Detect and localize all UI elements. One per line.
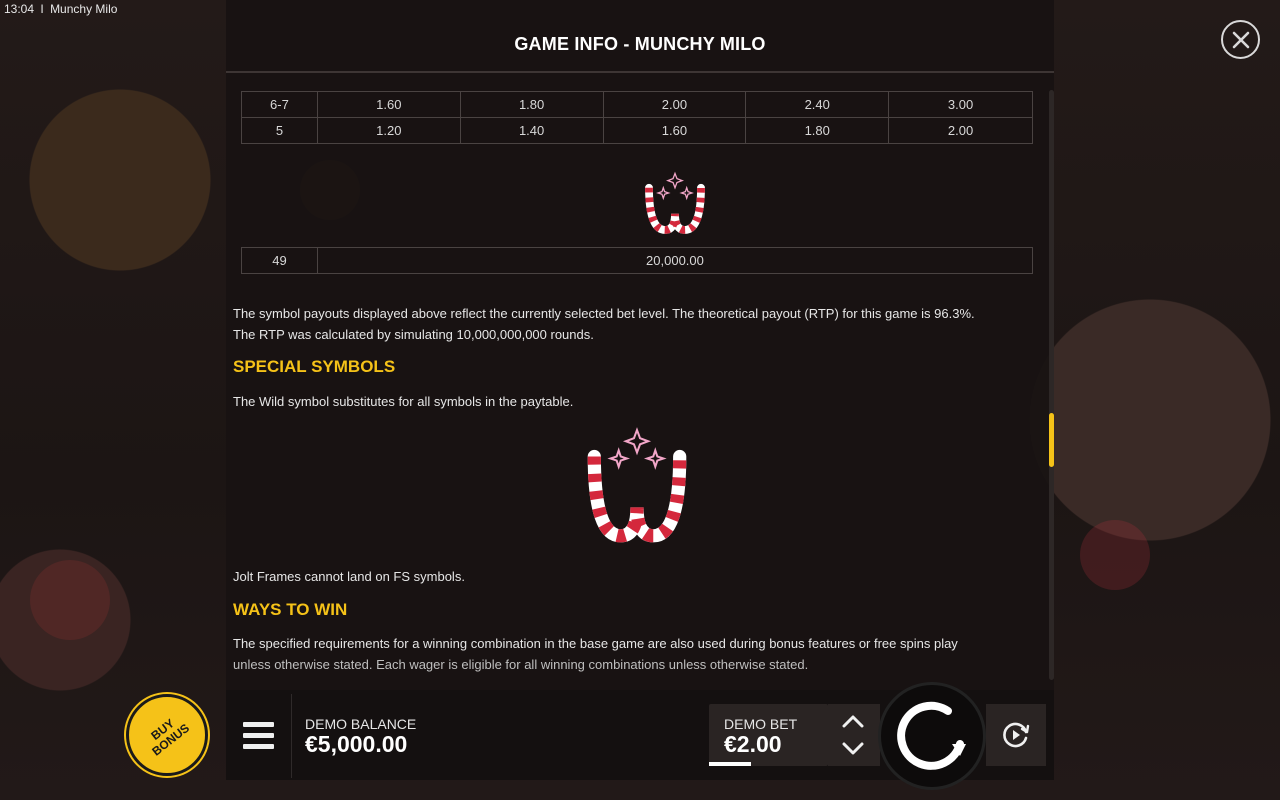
- table-row: 5 1.20 1.40 1.60 1.80 2.00: [241, 117, 1033, 144]
- paytable-top: 6-7 1.60 1.80 2.00 2.40 3.00 5 1.20 1.40…: [241, 91, 1033, 144]
- autoplay-button[interactable]: [986, 704, 1046, 766]
- chevron-up-icon[interactable]: [842, 714, 864, 728]
- table-cell-count: 49: [241, 247, 318, 274]
- rtp-text-line1: The symbol payouts displayed above refle…: [233, 306, 975, 321]
- spin-arrow-icon: [897, 701, 966, 770]
- table-cell: 2.00: [602, 91, 747, 118]
- ways-text-line2: unless otherwise stated. Each wager is e…: [233, 657, 809, 672]
- buy-bonus-label: BUY BONUS: [135, 706, 198, 763]
- page-title: GAME INFO - MUNCHY MILO: [514, 34, 766, 54]
- close-icon: [1232, 31, 1249, 48]
- status-bar: 13:04 I Munchy Milo: [4, 2, 117, 16]
- status-separator: I: [40, 2, 44, 16]
- scrollbar[interactable]: [1049, 90, 1054, 680]
- bet-label: DEMO BET: [724, 716, 798, 732]
- chevron-down-icon[interactable]: [842, 742, 864, 756]
- status-time: 13:04: [4, 2, 35, 16]
- table-cell: 1.60: [602, 117, 747, 144]
- table-cell: 1.40: [459, 117, 604, 144]
- table-cell: 1.20: [316, 117, 461, 144]
- balance-value: €5,000.00: [305, 731, 408, 757]
- jolt-frames-text: Jolt Frames cannot land on FS symbols.: [233, 569, 465, 584]
- hamburger-icon: [243, 722, 274, 727]
- bet-value: €2.00: [724, 731, 782, 757]
- table-cell: 1.80: [459, 91, 604, 118]
- menu-button[interactable]: [243, 722, 274, 749]
- table-cell: 20,000.00: [316, 247, 1034, 274]
- divider: [291, 694, 292, 778]
- ways-to-win-heading: WAYS TO WIN: [233, 600, 348, 619]
- wild-description: The Wild symbol substitutes for all symb…: [233, 394, 574, 409]
- paytable-wild: 49 20,000.00: [241, 247, 1034, 274]
- hamburger-icon-line: [243, 744, 274, 749]
- bet-adjust: [828, 704, 880, 766]
- table-cell: 2.40: [745, 91, 890, 118]
- table-cell: 1.80: [745, 117, 890, 144]
- table-cell: 1.60: [316, 91, 461, 118]
- table-row: 6-7 1.60 1.80 2.00 2.40 3.00: [241, 91, 1033, 118]
- ways-text-line1: The specified requirements for a winning…: [233, 636, 958, 651]
- table-cell-count: 6-7: [241, 91, 318, 118]
- bg-fruit: [30, 560, 110, 640]
- buy-bonus-button[interactable]: BUY BONUS: [126, 694, 208, 776]
- autoplay-icon: [1003, 722, 1030, 748]
- title-divider: [226, 71, 1054, 73]
- table-cell: 2.00: [888, 117, 1033, 144]
- spin-button[interactable]: [878, 682, 986, 790]
- scrollbar-thumb[interactable]: [1049, 413, 1054, 467]
- balance-label: DEMO BALANCE: [305, 716, 417, 732]
- bg-fruit: [1080, 520, 1150, 590]
- candy-cane-wild-icon: [645, 171, 705, 234]
- status-app-name: Munchy Milo: [50, 2, 118, 16]
- table-row: 49 20,000.00: [241, 247, 1034, 274]
- special-symbols-heading: SPECIAL SYMBOLS: [233, 357, 396, 376]
- hamburger-icon-line: [243, 733, 274, 738]
- table-cell: 3.00: [888, 91, 1033, 118]
- table-cell-count: 5: [241, 117, 318, 144]
- candy-cane-wild-large-icon: [587, 427, 687, 543]
- rtp-text-line2: The RTP was calculated by simulating 10,…: [233, 327, 594, 342]
- bet-level-indicator: [709, 762, 751, 766]
- close-button[interactable]: [1221, 20, 1260, 59]
